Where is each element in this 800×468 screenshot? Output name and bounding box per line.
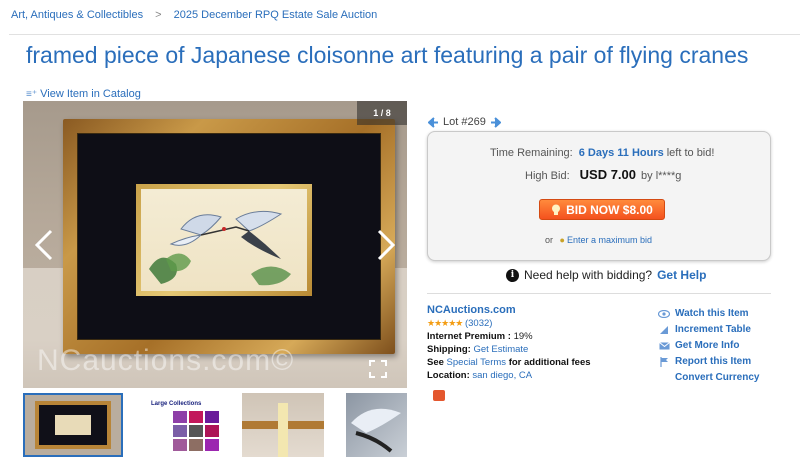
thumbnail-3-image (242, 403, 324, 457)
item-title: framed piece of Japanese cloisonne art f… (26, 42, 749, 68)
cranes-artwork (149, 210, 291, 286)
enter-max-bid-link[interactable]: Enter a maximum bid (567, 235, 652, 245)
high-bidder: by l****g (641, 170, 682, 182)
breadcrumb-separator: > (155, 9, 162, 21)
seller-info: NCAuctions.com ★★★★★ (3032) Internet Pre… (427, 304, 591, 382)
seller-badge-icon (433, 390, 445, 401)
location-value: san diego, CA (472, 370, 533, 381)
special-terms-link[interactable]: Special Terms (447, 357, 507, 368)
shipping-estimate-link[interactable]: Get Estimate (473, 344, 528, 355)
main-item-image[interactable]: NCauctions.com© 1 / 8 (23, 101, 407, 388)
max-bid-row: or ● Enter a maximum bid (545, 235, 652, 245)
lot-navigation: Lot #269 (428, 116, 501, 128)
terms-post: for additional fees (508, 357, 591, 368)
eye-icon (658, 308, 670, 320)
convert-currency-link[interactable]: Convert Currency (658, 370, 759, 386)
next-lot-icon[interactable] (490, 116, 501, 128)
info-icon: i (506, 268, 519, 282)
thumbnail-2-caption: Large Collections (151, 401, 202, 407)
bid-panel: Time Remaining: 6 Days 11 Hours left to bi… (427, 131, 771, 261)
frame-photo (63, 119, 395, 354)
breadcrumb-auction-link[interactable]: 2025 December RPQ Estate Sale Auction (174, 9, 378, 21)
help-text: Need help with bidding? (524, 268, 653, 282)
previous-image-icon[interactable] (33, 228, 55, 262)
rating-count-link[interactable]: (3032) (465, 318, 492, 329)
previous-lot-icon[interactable] (428, 116, 439, 128)
thumbnail-3[interactable] (242, 393, 324, 457)
high-bid: High Bid: USD 7.00 by l****g (525, 167, 681, 182)
watch-item-link[interactable]: Watch this Item (658, 306, 759, 322)
high-bid-label: High Bid: (525, 170, 570, 182)
bidding-help: i Need help with bidding? Get Help (506, 268, 706, 282)
rating-stars: ★★★★★ (427, 318, 463, 328)
bulb-icon (552, 204, 561, 215)
item-actions: Watch this Item Increment Table Get More… (658, 306, 759, 386)
time-remaining: Time Remaining: 6 Days 11 Hours left to bi… (490, 147, 714, 159)
time-remaining-suffix: left to bid! (666, 147, 715, 159)
or-text: or (545, 235, 554, 245)
image-counter: 1 / 8 (357, 101, 407, 125)
thumbnail-4[interactable] (346, 393, 407, 457)
list-icon: ≡⁺ (26, 89, 38, 100)
high-bid-amount: USD 7.00 (579, 167, 637, 182)
increment-icon (658, 324, 670, 336)
bid-now-button[interactable]: BID NOW $8.00 (539, 199, 665, 220)
max-bid-icon: ● (559, 235, 565, 245)
shipping-label: Shipping: (427, 344, 471, 355)
terms-pre: See (427, 357, 444, 368)
breadcrumb: Art, Antiques & Collectibles > 2025 Dece… (11, 9, 377, 21)
next-image-icon[interactable] (375, 228, 397, 262)
view-in-catalog-link[interactable]: ≡⁺ View Item in Catalog (26, 88, 141, 100)
location-label: Location: (427, 370, 470, 381)
flag-icon (658, 356, 670, 368)
view-in-catalog-label: View Item in Catalog (40, 88, 141, 100)
watch-item-label: Watch this Item (675, 308, 749, 319)
get-help-link[interactable]: Get Help (657, 268, 706, 282)
image-watermark: NCauctions.com© (37, 344, 295, 377)
lot-number: Lot #269 (443, 116, 486, 128)
get-more-info-link[interactable]: Get More Info (658, 338, 759, 354)
breadcrumb-category-link[interactable]: Art, Antiques & Collectibles (11, 9, 143, 21)
thumbnail-4-image (351, 408, 401, 453)
thumbnail-1-image (35, 401, 111, 449)
fullscreen-icon[interactable] (369, 360, 387, 378)
thumbnail-strip: Large Collections (23, 393, 407, 459)
bid-now-label: BID NOW $8.00 (566, 202, 653, 217)
report-item-link[interactable]: Report this Item (658, 354, 759, 370)
time-remaining-label: Time Remaining: (490, 147, 573, 159)
time-remaining-value: 6 Days 11 Hours (578, 147, 664, 159)
thumbnail-1[interactable] (23, 393, 123, 457)
report-item-label: Report this Item (675, 356, 752, 367)
thumbnail-2[interactable]: Large Collections (143, 393, 243, 457)
convert-currency-label: Convert Currency (675, 372, 760, 383)
envelope-icon (658, 340, 670, 352)
increment-table-link[interactable]: Increment Table (658, 322, 759, 338)
increment-table-label: Increment Table (675, 324, 751, 335)
premium-value: 19% (513, 331, 533, 342)
header-divider (9, 34, 800, 35)
section-divider (427, 293, 771, 294)
get-more-info-label: Get More Info (675, 340, 740, 351)
seller-name-link[interactable]: NCAuctions.com (427, 304, 516, 316)
premium-label: Internet Premium : (427, 331, 511, 342)
